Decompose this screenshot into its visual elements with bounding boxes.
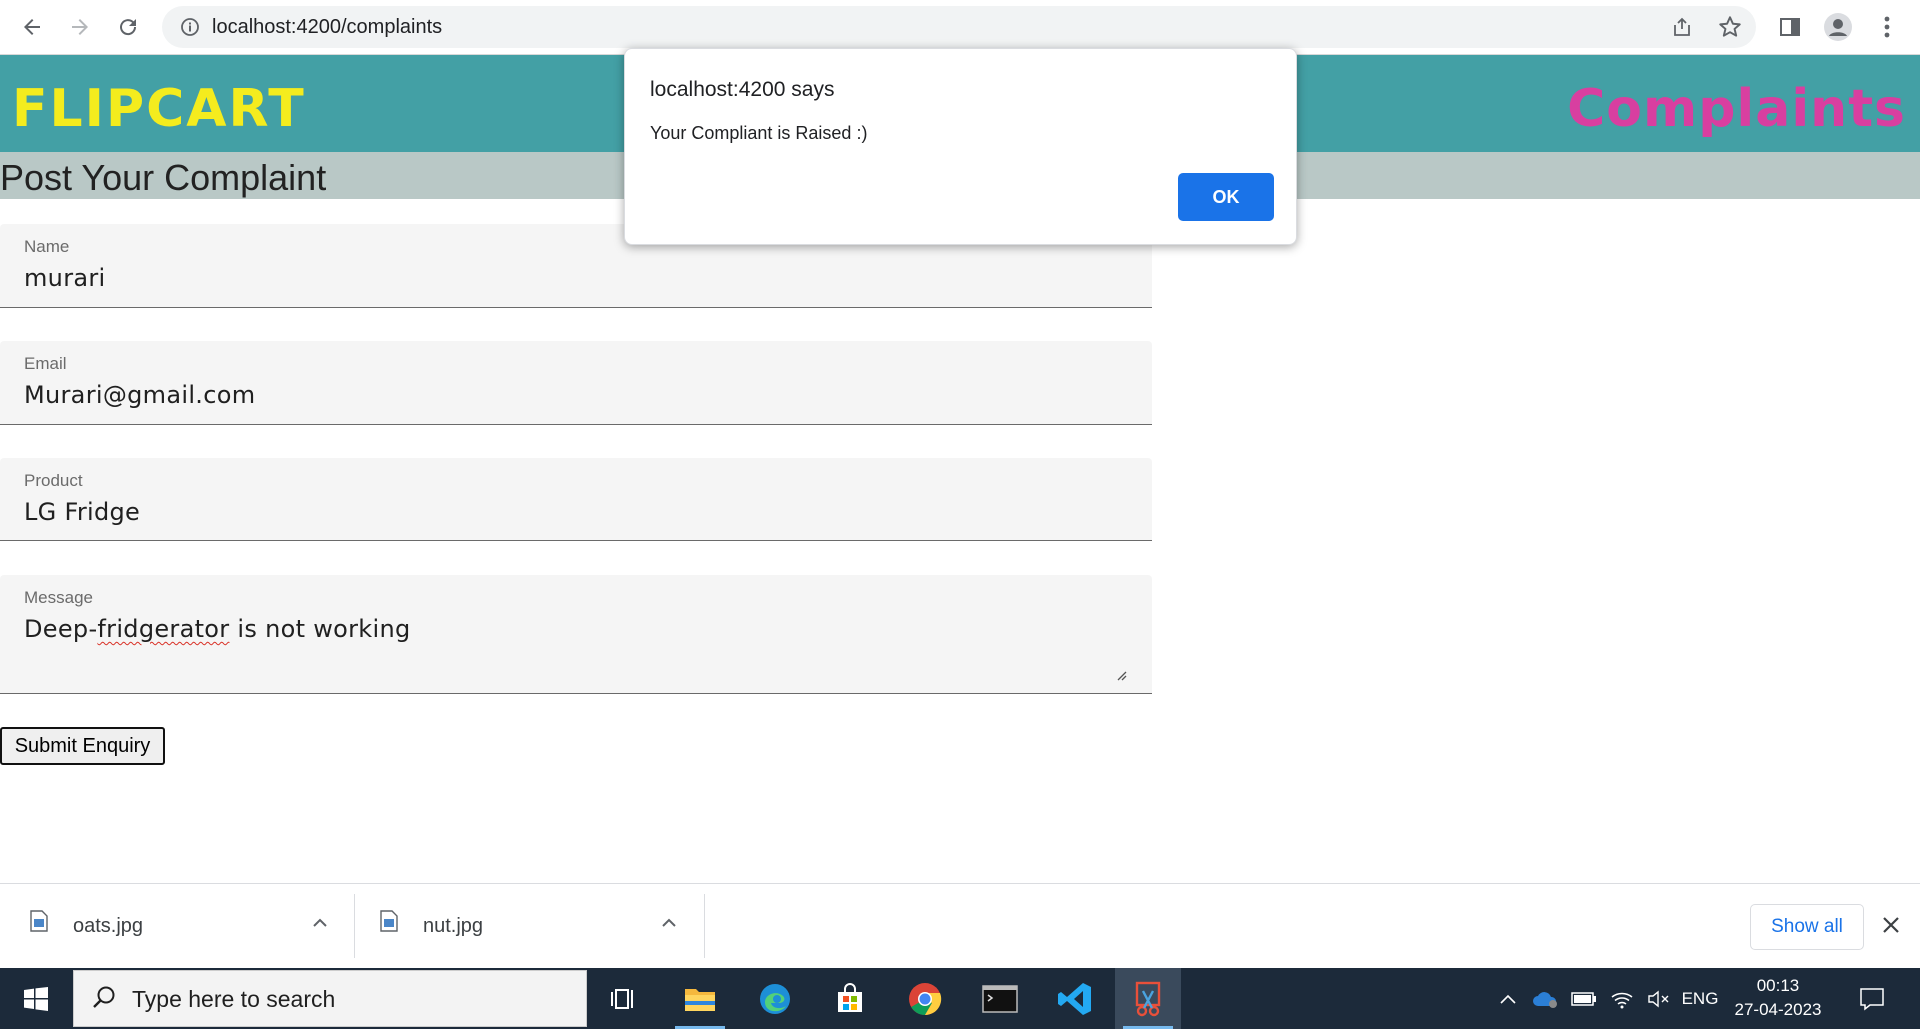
arrow-left-icon: [24, 19, 40, 35]
page-name: Complaints: [1567, 79, 1906, 139]
file-explorer-icon: [685, 988, 715, 1011]
vscode-button[interactable]: [1042, 968, 1108, 1029]
wifi-icon: [1611, 992, 1633, 1008]
download-item[interactable]: oats.jpg: [0, 894, 352, 958]
name-value[interactable]: murari: [24, 264, 106, 292]
product-label: Product: [24, 471, 83, 490]
clock[interactable]: 00:13 27-04-2023: [1728, 974, 1828, 1022]
terminal-icon: [982, 984, 1018, 1013]
ok-button[interactable]: OK: [1178, 173, 1274, 221]
search-icon: [93, 986, 115, 1008]
volume-tray[interactable]: [1642, 968, 1676, 1029]
search-placeholder: Type here to search: [132, 986, 336, 1012]
address-bar[interactable]: localhost:4200/complaints: [162, 6, 1756, 48]
onedrive-icon: [1533, 991, 1557, 1008]
dialog-title: localhost:4200 says: [650, 78, 835, 101]
notifications-button[interactable]: [1852, 968, 1892, 1029]
snipping-tool-button[interactable]: [1115, 968, 1181, 1029]
misspelled-word: fridgerator: [97, 615, 230, 643]
download-shelf: oats.jpg nut.jpg Show all: [0, 883, 1920, 968]
browser-menu-button[interactable]: [1870, 10, 1904, 44]
battery-tray[interactable]: [1567, 968, 1601, 1029]
download-item[interactable]: nut.jpg: [350, 894, 702, 958]
file-explorer-button[interactable]: [667, 968, 733, 1029]
email-value[interactable]: Murari@gmail.com: [24, 381, 255, 409]
back-button[interactable]: [14, 9, 50, 45]
name-label: Name: [24, 237, 70, 256]
resize-handle-icon[interactable]: [1115, 669, 1127, 681]
chevron-up-icon[interactable]: [311, 914, 329, 932]
alert-dialog: localhost:4200 says Your Compliant is Ra…: [624, 48, 1297, 245]
start-button[interactable]: [0, 968, 72, 1029]
edge-button[interactable]: [742, 968, 808, 1029]
close-icon[interactable]: [1880, 914, 1902, 936]
brand-logo[interactable]: FLIPCART: [12, 79, 306, 139]
notification-icon: [1860, 987, 1884, 1011]
show-all-button[interactable]: Show all: [1750, 904, 1864, 950]
page-title: Post Your Complaint: [0, 157, 327, 198]
taskbar: Type here to search ENG 00:13 27-04-2023: [0, 968, 1920, 1029]
download-filename: nut.jpg: [423, 915, 484, 937]
message-text-suffix: is not working: [229, 615, 411, 643]
task-view-icon: [611, 988, 633, 1009]
chrome-icon: [909, 982, 942, 1015]
wifi-tray[interactable]: [1605, 968, 1639, 1029]
product-field[interactable]: Product LG Fridge: [0, 458, 1152, 541]
reload-icon: [120, 19, 137, 36]
terminal-button[interactable]: [967, 968, 1033, 1029]
more-vert-icon: [1884, 16, 1890, 38]
chevron-up-icon: [1500, 994, 1516, 1004]
email-field[interactable]: Email Murari@gmail.com: [0, 341, 1152, 425]
reload-button[interactable]: [110, 9, 146, 45]
submit-enquiry-button[interactable]: Submit Enquiry: [0, 727, 165, 765]
image-file-icon: [380, 910, 398, 932]
chrome-button[interactable]: [892, 968, 958, 1029]
chevron-up-icon[interactable]: [660, 914, 678, 932]
message-field[interactable]: Message Deep-fridgerator is not working: [0, 575, 1152, 694]
tray-overflow-button[interactable]: [1493, 968, 1523, 1029]
message-value[interactable]: Deep-fridgerator is not working: [24, 615, 411, 643]
bookmark-star-icon[interactable]: [1717, 14, 1743, 40]
profile-button[interactable]: [1821, 10, 1855, 44]
taskbar-search[interactable]: Type here to search: [73, 970, 587, 1027]
dialog-message: Your Compliant is Raised :): [650, 123, 868, 143]
email-label: Email: [24, 354, 67, 373]
clock-date: 27-04-2023: [1734, 1000, 1822, 1019]
url-text: localhost:4200/complaints: [212, 16, 443, 38]
product-value[interactable]: LG Fridge: [24, 498, 140, 526]
forward-button[interactable]: [62, 9, 98, 45]
side-panel-icon: [1780, 18, 1800, 36]
image-file-icon: [30, 910, 48, 932]
edge-icon: [760, 983, 790, 1014]
browser-toolbar: localhost:4200/complaints: [0, 0, 1920, 55]
task-view-button[interactable]: [591, 968, 657, 1029]
side-panel-button[interactable]: [1773, 10, 1807, 44]
store-icon: [838, 982, 862, 1012]
battery-icon: [1571, 991, 1596, 1006]
windows-logo-icon: [24, 986, 48, 1011]
message-label: Message: [24, 588, 93, 607]
avatar-icon: [1824, 13, 1852, 41]
download-filename: oats.jpg: [73, 915, 144, 937]
vscode-icon: [1058, 982, 1091, 1015]
clock-time: 00:13: [1756, 976, 1800, 995]
message-text-prefix: Deep-: [24, 615, 98, 643]
store-button[interactable]: [817, 968, 883, 1029]
language-indicator[interactable]: ENG: [1680, 968, 1720, 1029]
volume-muted-icon: [1648, 990, 1669, 1007]
divider: [704, 894, 705, 958]
share-icon[interactable]: [1670, 15, 1694, 39]
info-icon: [181, 18, 199, 36]
onedrive-tray[interactable]: [1528, 968, 1562, 1029]
arrow-right-icon: [72, 19, 88, 35]
snipping-tool-icon: [1135, 981, 1161, 1016]
